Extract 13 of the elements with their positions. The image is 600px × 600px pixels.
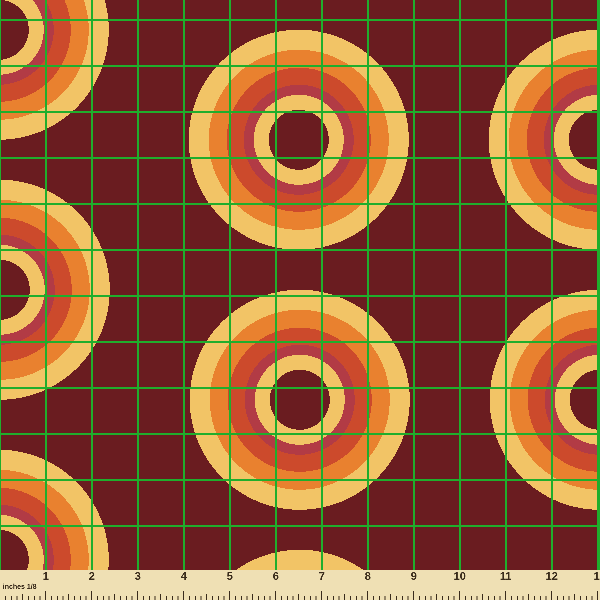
ruler-number: 7 [318, 570, 326, 584]
ruler-number: 11 [499, 570, 513, 584]
ruler-number: 5 [226, 570, 234, 584]
ruler-number: 8 [364, 570, 372, 584]
ruler-number: 10 [452, 570, 468, 584]
ruler-number: 2 [88, 570, 96, 584]
ruler-number: 3 [134, 570, 142, 584]
ruler-number: 9 [410, 570, 418, 584]
ruler-number: 4 [180, 570, 188, 584]
ruler-number: 6 [272, 570, 280, 584]
ruler-number: 1 [42, 570, 50, 584]
ruler-number: 12 [544, 570, 560, 584]
ruler-number: 1 [592, 570, 600, 584]
